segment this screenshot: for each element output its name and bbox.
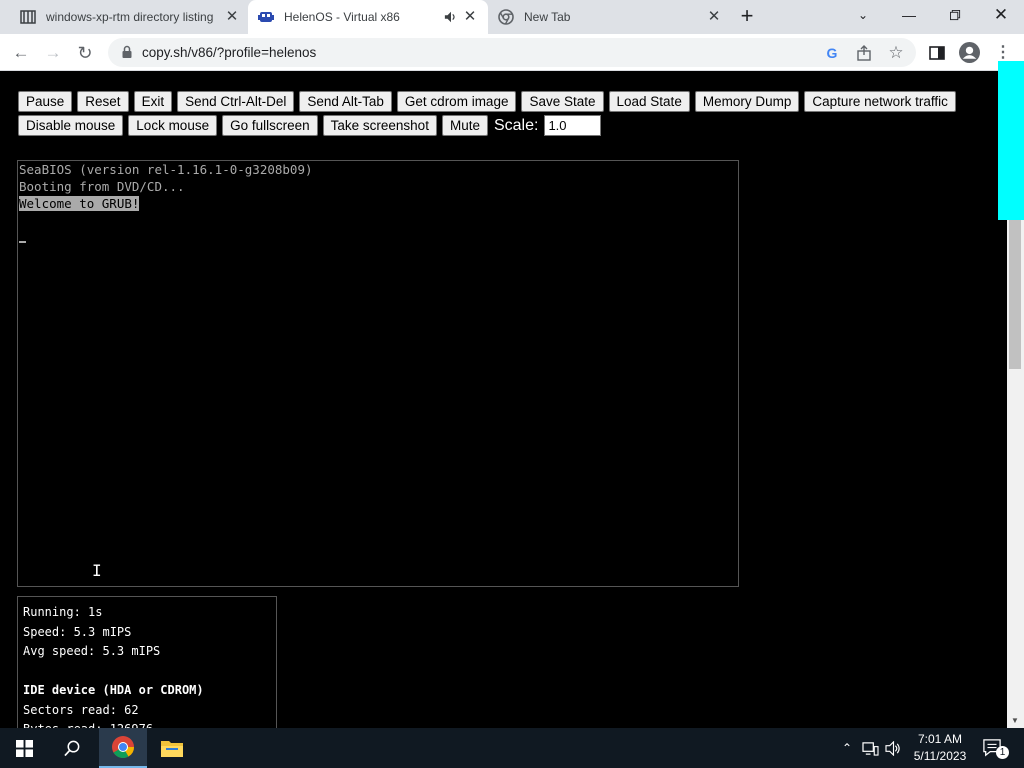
- stat-bytes-read: Bytes read: 126976: [23, 720, 271, 728]
- text-cursor: [19, 241, 26, 243]
- tab-windows-xp[interactable]: windows-xp-rtm directory listing ✕: [8, 0, 248, 34]
- get-cdrom-image-button[interactable]: Get cdrom image: [396, 91, 517, 112]
- emulator-screen[interactable]: SeaBIOS (version rel-1.16.1-0-g3208b09) …: [17, 160, 739, 587]
- action-center-button[interactable]: 1: [978, 728, 1018, 768]
- scale-label: Scale:: [493, 116, 539, 134]
- lock-mouse-button[interactable]: Lock mouse: [128, 115, 218, 136]
- screen-line-2: Booting from DVD/CD...: [19, 179, 185, 194]
- mouse-ibeam-cursor: I: [92, 561, 102, 580]
- stat-speed: Speed: 5.3 mIPS: [23, 624, 132, 639]
- save-state-button[interactable]: Save State: [521, 91, 604, 112]
- side-panel-icon[interactable]: [929, 45, 945, 61]
- go-fullscreen-button[interactable]: Go fullscreen: [222, 115, 318, 136]
- taskbar-clock[interactable]: 7:01 AM 5/11/2023: [905, 731, 975, 765]
- tab-title: HelenOS - Virtual x86: [284, 10, 400, 24]
- helenos-icon: [258, 12, 274, 22]
- taskbar-file-explorer[interactable]: [148, 728, 196, 768]
- tab-title: windows-xp-rtm directory listing: [46, 10, 214, 24]
- tab-helenos[interactable]: HelenOS - Virtual x86 ✕: [248, 0, 488, 34]
- close-tab-icon[interactable]: ✕: [224, 9, 240, 25]
- stats-panel: Running: 1s Speed: 5.3 mIPS Avg speed: 5…: [17, 596, 277, 728]
- lock-icon[interactable]: [120, 45, 134, 59]
- control-row-2: Disable mouse Lock mouse Go fullscreen T…: [18, 115, 602, 136]
- memory-dump-button[interactable]: Memory Dump: [694, 91, 800, 112]
- new-tab-button[interactable]: +: [725, 0, 769, 30]
- stat-sectors-read: Sectors read: 62: [23, 702, 139, 717]
- clock-time: 7:01 AM: [917, 732, 963, 746]
- close-tab-icon[interactable]: ✕: [706, 9, 722, 25]
- screen-line-1: SeaBIOS (version rel-1.16.1-0-g3208b09): [19, 162, 313, 177]
- control-row-1: Pause Reset Exit Send Ctrl-Alt-Del Send …: [18, 91, 961, 112]
- windows-taskbar: ⌃ 7:01 AM 5/11/2023 1: [0, 728, 1024, 768]
- address-bar[interactable]: copy.sh/v86/?profile=helenos G ☆: [108, 38, 916, 67]
- start-button[interactable]: [0, 728, 48, 768]
- screen-line-3: Welcome to GRUB!: [19, 196, 140, 211]
- close-window-button[interactable]: ✕: [978, 0, 1024, 30]
- tab-strip: windows-xp-rtm directory listing ✕ Helen…: [0, 0, 1024, 34]
- reset-button[interactable]: Reset: [77, 91, 129, 112]
- system-tray: ⌃: [838, 728, 902, 768]
- speaker-icon[interactable]: [444, 10, 458, 24]
- windows-logo-icon: [15, 739, 33, 757]
- load-state-button[interactable]: Load State: [608, 91, 690, 112]
- capture-network-traffic-button[interactable]: Capture network traffic: [804, 91, 956, 112]
- volume-icon[interactable]: [885, 740, 902, 756]
- reload-button[interactable]: ↻: [72, 40, 98, 66]
- scroll-thumb[interactable]: [1009, 219, 1021, 369]
- forward-button[interactable]: →: [40, 40, 66, 66]
- profile-avatar-icon[interactable]: [959, 42, 980, 63]
- back-button[interactable]: ←: [8, 40, 34, 66]
- browser-toolbar: ← → ↻ copy.sh/v86/?profile=helenos G ☆ ⋮: [0, 34, 1024, 71]
- folder-icon: [161, 741, 183, 757]
- chrome-icon: [498, 9, 514, 25]
- tab-search-icon[interactable]: ⌄: [840, 0, 886, 30]
- search-icon: [63, 740, 79, 756]
- archive-icon: [20, 10, 36, 24]
- mute-button[interactable]: Mute: [441, 115, 488, 136]
- tab-title: New Tab: [524, 10, 571, 24]
- scroll-down-arrow-icon[interactable]: ▼: [1011, 716, 1019, 725]
- cyan-overlay: [998, 61, 1024, 220]
- google-icon[interactable]: G: [822, 43, 842, 63]
- chrome-icon: [112, 736, 134, 758]
- taskbar-chrome[interactable]: [99, 728, 147, 768]
- send-ctrl-alt-del-button[interactable]: Send Ctrl-Alt-Del: [177, 91, 295, 112]
- network-icon[interactable]: [862, 741, 879, 756]
- pause-button[interactable]: Pause: [18, 91, 73, 112]
- url-text[interactable]: copy.sh/v86/?profile=helenos: [142, 45, 316, 60]
- search-button[interactable]: [48, 728, 96, 768]
- notification-count-badge: 1: [996, 746, 1009, 759]
- clock-date: 5/11/2023: [913, 749, 967, 763]
- send-alt-tab-button[interactable]: Send Alt-Tab: [299, 91, 392, 112]
- tab-new-tab[interactable]: New Tab ✕: [488, 0, 728, 34]
- stat-ide-header: IDE device (HDA or CDROM): [23, 683, 204, 697]
- close-tab-icon[interactable]: ✕: [462, 9, 478, 25]
- bookmark-star-icon[interactable]: ☆: [886, 43, 906, 63]
- restore-icon: [949, 10, 960, 21]
- scale-input[interactable]: [544, 115, 602, 136]
- exit-button[interactable]: Exit: [133, 91, 173, 112]
- show-hidden-icons-icon[interactable]: ⌃: [838, 741, 856, 755]
- v86-page: Pause Reset Exit Send Ctrl-Alt-Del Send …: [0, 71, 1007, 728]
- share-icon[interactable]: [854, 43, 874, 63]
- take-screenshot-button[interactable]: Take screenshot: [322, 115, 437, 136]
- minimize-button[interactable]: —: [886, 0, 932, 30]
- stat-avg-speed: Avg speed: 5.3 mIPS: [23, 644, 161, 658]
- stat-running: Running: 1s: [23, 605, 103, 619]
- restore-button[interactable]: [932, 0, 978, 30]
- disable-mouse-button[interactable]: Disable mouse: [18, 115, 124, 136]
